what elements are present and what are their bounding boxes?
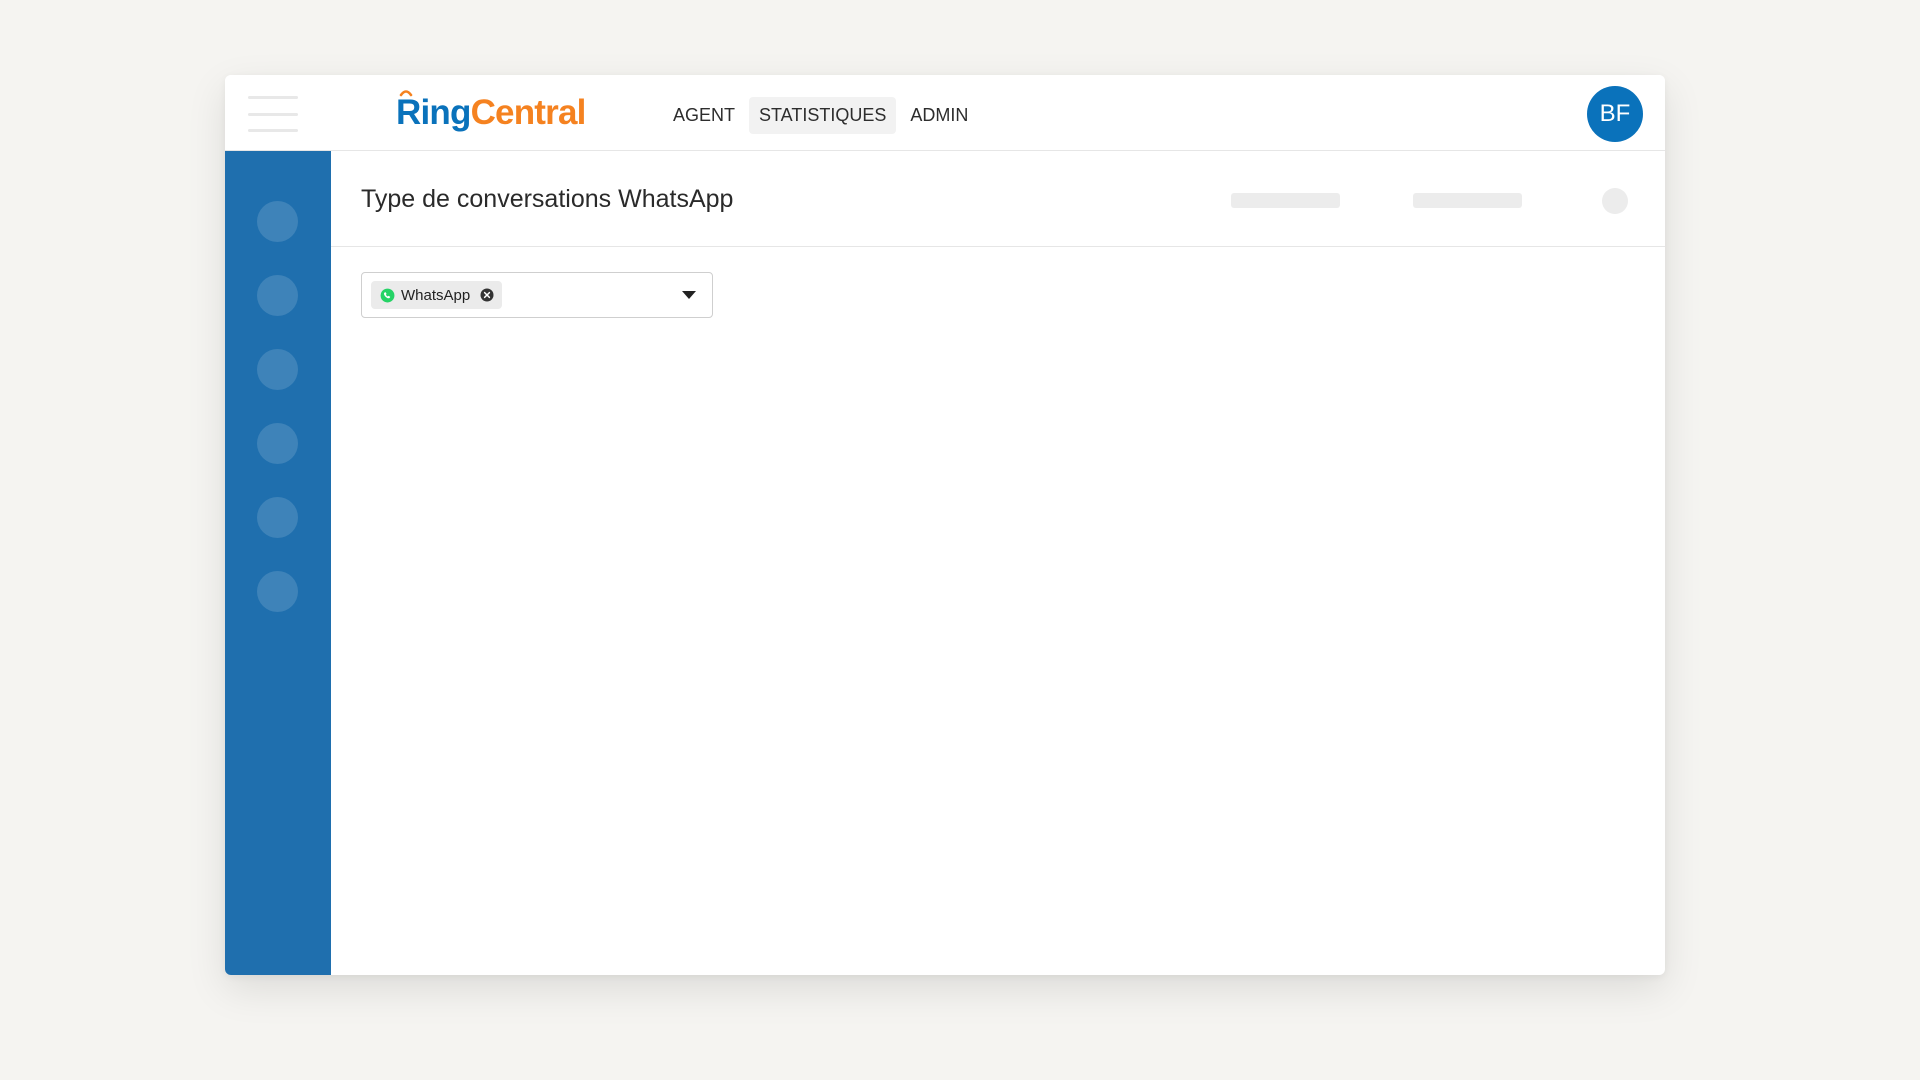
placeholder-circle: [1602, 188, 1628, 214]
placeholder-bar-1: [1231, 193, 1340, 208]
ringcentral-logo: RingCentral: [396, 90, 587, 133]
main-nav: AGENT STATISTIQUES ADMIN: [663, 97, 978, 134]
whatsapp-icon: [380, 288, 395, 302]
sidebar-item-4[interactable]: [257, 423, 298, 464]
close-icon[interactable]: [480, 288, 494, 302]
menu-icon[interactable]: [248, 96, 298, 132]
sidebar-item-6[interactable]: [257, 571, 298, 612]
main-content: Type de conversations WhatsApp WhatsApp: [331, 151, 1665, 975]
sidebar-item-2[interactable]: [257, 275, 298, 316]
logo-text-ring: Ring: [396, 93, 471, 132]
page-header: Type de conversations WhatsApp: [331, 151, 1665, 247]
menu-icon-line: [248, 129, 298, 132]
chevron-down-icon[interactable]: [682, 291, 696, 300]
placeholder-bar-2: [1413, 193, 1522, 208]
chip-label: WhatsApp: [401, 286, 471, 304]
page-title: Type de conversations WhatsApp: [361, 185, 734, 213]
top-bar: RingCentral AGENT STATISTIQUES ADMIN BF: [225, 75, 1665, 151]
nav-tab-statistiques[interactable]: STATISTIQUES: [749, 97, 897, 134]
nav-tab-agent[interactable]: AGENT: [663, 97, 745, 134]
app-window: RingCentral AGENT STATISTIQUES ADMIN BF …: [225, 75, 1665, 975]
logo-text-central: Central: [470, 93, 587, 132]
nav-tab-admin[interactable]: ADMIN: [900, 97, 978, 134]
user-avatar[interactable]: BF: [1587, 86, 1643, 142]
selected-chip-whatsapp: WhatsApp: [371, 281, 503, 309]
channel-filter-select[interactable]: WhatsApp: [361, 272, 713, 318]
sidebar: [225, 151, 331, 975]
menu-icon-line: [248, 112, 298, 116]
sidebar-item-1[interactable]: [257, 201, 298, 242]
sidebar-item-3[interactable]: [257, 349, 298, 390]
menu-icon-line: [248, 96, 298, 99]
logo-signal-icon: [399, 90, 413, 97]
sidebar-item-5[interactable]: [257, 497, 298, 538]
